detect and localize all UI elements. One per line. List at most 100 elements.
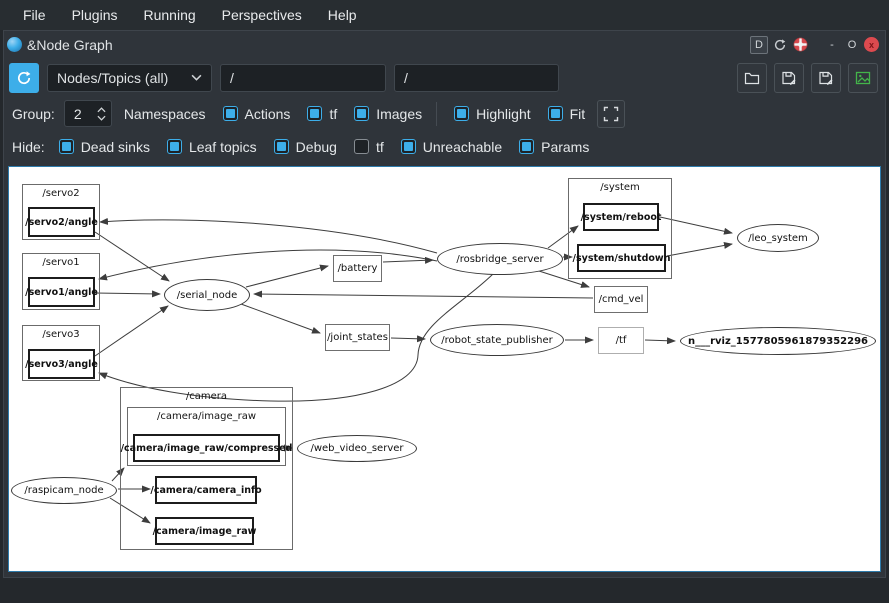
- menu-help[interactable]: Help: [315, 7, 370, 23]
- checkbox-actions[interactable]: Actions: [223, 106, 291, 122]
- checkbox-dead-sinks[interactable]: Dead sinks: [59, 139, 150, 155]
- checkbox-label: Unreachable: [423, 139, 502, 155]
- topic-tf: /tf: [598, 327, 644, 354]
- checkbox-tf-group[interactable]: tf: [307, 106, 337, 122]
- menu-perspectives[interactable]: Perspectives: [209, 7, 315, 23]
- cluster-label: /camera: [121, 391, 292, 402]
- node-rosbridge-server: /rosbridge_server: [437, 243, 563, 275]
- menu-running[interactable]: Running: [130, 7, 208, 23]
- checkbox-indicator: [307, 106, 322, 121]
- checkbox-debug[interactable]: Debug: [274, 139, 337, 155]
- checkbox-label: Debug: [296, 139, 337, 155]
- dock-title: &Node Graph: [27, 37, 113, 53]
- options-row: Group: 2 Namespaces Actions tf Images: [4, 97, 885, 130]
- checkbox-indicator: [167, 139, 182, 154]
- hide-row: Hide: Dead sinks Leaf topics Debug tf Un…: [4, 130, 885, 163]
- checkbox-label: Highlight: [476, 106, 530, 122]
- image-icon: [855, 70, 871, 86]
- topic-system-reboot: /system/reboot: [583, 203, 659, 231]
- topic-servo2-angle: /servo2/angle: [28, 207, 95, 237]
- combo-value: Nodes/Topics (all): [57, 70, 191, 86]
- edge-battery-rosbridge: [383, 260, 433, 262]
- checkbox-indicator: [454, 106, 469, 121]
- edge-rosbridge-servo2angle: [100, 220, 437, 253]
- save-svg-button[interactable]: [811, 63, 841, 93]
- topic-joint-states: /joint_states: [325, 324, 390, 351]
- node-raspicam-node: /raspicam_node: [11, 477, 117, 504]
- edge-servo1angle-serial: [95, 293, 160, 294]
- checkbox-label: Dead sinks: [81, 139, 150, 155]
- save-as-icon: [818, 70, 834, 86]
- fit-to-view-icon: [603, 106, 619, 122]
- topic-cmd-vel: /cmd_vel: [594, 286, 648, 313]
- topic-camera-compressed: /camera/image_raw/compressed: [133, 434, 280, 462]
- group-label: Group:: [12, 106, 55, 122]
- maximize-button[interactable]: O: [844, 37, 860, 53]
- checkbox-indicator: [401, 139, 416, 154]
- separator: [436, 102, 437, 126]
- checkbox-label: Params: [541, 139, 589, 155]
- edge-tf-rviz: [645, 340, 675, 341]
- graph-type-combo[interactable]: Nodes/Topics (all): [47, 64, 212, 92]
- checkbox-indicator: [354, 139, 369, 154]
- save-dot-button[interactable]: [774, 63, 804, 93]
- topic-servo1-angle: /servo1/angle: [28, 277, 95, 307]
- checkbox-indicator: [223, 106, 238, 121]
- fit-in-view-button[interactable]: [597, 100, 625, 128]
- topic-camera-info: /camera/camera_info: [155, 476, 257, 504]
- checkbox-leaf-topics[interactable]: Leaf topics: [167, 139, 257, 155]
- window-background: [0, 578, 889, 603]
- cluster-label: /camera/image_raw: [128, 411, 285, 422]
- menu-plugins[interactable]: Plugins: [59, 7, 131, 23]
- topic-camera-image-raw: /camera/image_raw: [155, 517, 254, 545]
- dock-title-bar: &Node Graph D: [4, 31, 885, 58]
- hide-label: Hide:: [12, 139, 45, 155]
- cluster-label: /servo1: [23, 257, 99, 268]
- dock-reload-button[interactable]: [772, 37, 788, 53]
- checkbox-images[interactable]: Images: [354, 106, 422, 122]
- checkbox-label: tf: [376, 139, 384, 155]
- cluster-label: /servo3: [23, 329, 99, 340]
- filter-input-1[interactable]: [220, 64, 386, 92]
- edge-serial-battery: [246, 266, 328, 287]
- menu-bar: File Plugins Running Perspectives Help: [0, 0, 889, 30]
- filter-input-2[interactable]: [394, 64, 559, 92]
- dock-help-button[interactable]: [792, 37, 808, 53]
- rqt-window: File Plugins Running Perspectives Help &…: [0, 0, 889, 603]
- checkbox-highlight[interactable]: Highlight: [454, 106, 530, 122]
- checkbox-fit[interactable]: Fit: [548, 106, 586, 122]
- load-dot-button[interactable]: [737, 63, 767, 93]
- cluster-label: /servo2: [23, 188, 99, 199]
- edge-cmdvel-serial: [254, 294, 593, 298]
- topic-battery: /battery: [333, 255, 382, 282]
- refresh-icon: [16, 70, 32, 86]
- refresh-graph-button[interactable]: [9, 63, 39, 93]
- menu-file[interactable]: File: [10, 7, 59, 23]
- toolbar-right-buttons: [737, 63, 880, 93]
- close-button[interactable]: x: [864, 37, 879, 52]
- checkbox-label: tf: [329, 106, 337, 122]
- spinbox-arrows[interactable]: [97, 107, 111, 121]
- checkbox-unreachable[interactable]: Unreachable: [401, 139, 502, 155]
- node-leo-system: /leo_system: [737, 224, 819, 252]
- checkbox-indicator: [548, 106, 563, 121]
- checkbox-label: Leaf topics: [189, 139, 257, 155]
- checkbox-label: Actions: [245, 106, 291, 122]
- edge-rosbridge-servo1angle: [99, 250, 437, 279]
- checkbox-indicator: [519, 139, 534, 154]
- save-image-button[interactable]: [848, 63, 878, 93]
- checkbox-hide-tf[interactable]: tf: [354, 139, 384, 155]
- graph-canvas[interactable]: /servo2 /servo1 /servo3 /system /camera …: [8, 166, 881, 572]
- dock-detach-button[interactable]: D: [750, 36, 768, 54]
- checkbox-label: Images: [376, 106, 422, 122]
- node-serial-node: /serial_node: [164, 279, 250, 311]
- node-web-video-server: /web_video_server: [297, 435, 417, 462]
- topic-servo3-angle: /servo3/angle: [28, 349, 95, 379]
- spin-down-icon: [97, 115, 106, 121]
- checkbox-params[interactable]: Params: [519, 139, 589, 155]
- minimize-button[interactable]: -: [824, 37, 840, 53]
- checkbox-indicator: [59, 139, 74, 154]
- edge-shutdown-leo: [667, 244, 732, 256]
- group-spinbox[interactable]: 2: [64, 100, 112, 127]
- checkbox-label: Fit: [570, 106, 586, 122]
